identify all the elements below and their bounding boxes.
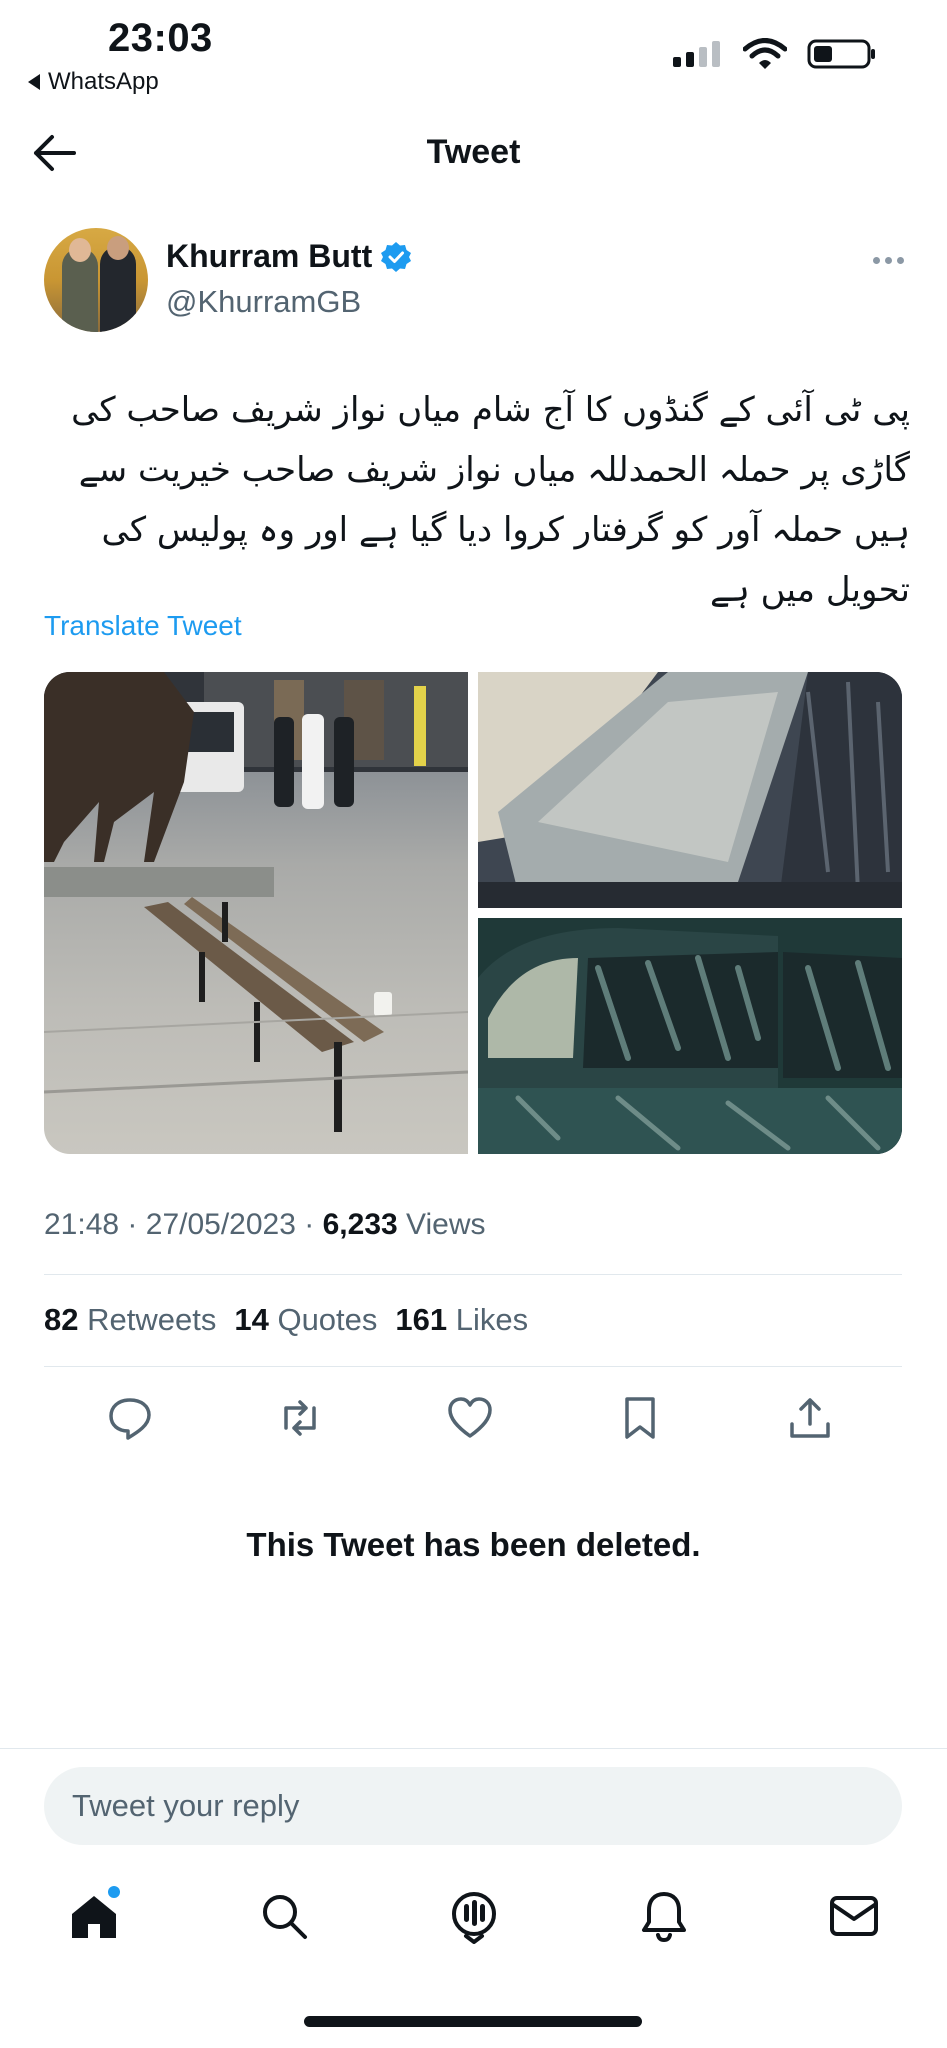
back-app-label: WhatsApp [48, 68, 159, 95]
verified-badge-icon [381, 241, 412, 272]
signal-icon [673, 41, 720, 67]
likes-label: Likes [455, 1302, 529, 1337]
notifications-icon[interactable] [636, 1888, 692, 1944]
reply-input[interactable] [44, 1767, 902, 1845]
quotes-label: Quotes [277, 1302, 378, 1337]
retweets-stat[interactable]: 82 Retweets [44, 1302, 216, 1338]
home-notification-dot [108, 1886, 120, 1898]
tweet-date: 27/05/2023 [145, 1208, 296, 1241]
likes-stat[interactable]: 161 Likes [395, 1302, 528, 1338]
media-photo-street-bench[interactable] [44, 672, 468, 1154]
battery-icon [807, 39, 875, 69]
retweet-icon[interactable] [276, 1394, 324, 1442]
tweet-text: پی ٹی آئی کے گنڈوں کا آج شام میاں نواز ش… [71, 390, 910, 610]
reply-bar [0, 1748, 947, 1848]
divider [44, 1274, 902, 1275]
meta-separator: · [127, 1208, 138, 1241]
messages-icon[interactable] [826, 1888, 882, 1944]
more-options-icon[interactable] [864, 252, 904, 268]
status-time: 23:03 [108, 16, 213, 60]
quotes-stat[interactable]: 14 Quotes [234, 1302, 377, 1338]
street-scene-illustration [44, 672, 468, 1132]
system-icons [673, 38, 877, 70]
bottom-nav [0, 1880, 947, 1960]
reply-icon[interactable] [106, 1394, 154, 1442]
divider [44, 1366, 902, 1367]
tweet-meta: 21:48 · 27/05/2023 · 6,233 Views [44, 1208, 486, 1242]
views-label: Views [406, 1208, 486, 1241]
author-name-row[interactable]: Khurram Butt [166, 238, 412, 275]
search-icon[interactable] [256, 1888, 312, 1944]
back-to-app-link[interactable]: WhatsApp [28, 68, 159, 96]
tweet-actions [44, 1388, 902, 1448]
author-name: Khurram Butt [166, 238, 373, 274]
wifi-icon [743, 38, 787, 69]
spaces-icon[interactable] [446, 1888, 502, 1944]
home-indicator[interactable] [304, 2016, 642, 2027]
likes-count: 161 [395, 1302, 448, 1337]
car-window-illustration [478, 672, 902, 908]
translate-tweet-link[interactable]: Translate Tweet [44, 610, 242, 642]
author-handle[interactable]: @KhurramGB [166, 284, 361, 320]
tweet-author: Khurram Butt @KhurramGB [44, 228, 904, 338]
media-photo-car-side[interactable] [478, 918, 902, 1154]
retweets-count: 82 [44, 1302, 79, 1337]
bookmark-icon[interactable] [616, 1394, 664, 1442]
meta-separator: · [304, 1208, 315, 1241]
quotes-count: 14 [234, 1302, 269, 1337]
tweet-header: Tweet [0, 115, 947, 195]
back-triangle-icon [28, 74, 40, 90]
avatar[interactable] [44, 228, 148, 332]
status-bar: 23:03 WhatsApp [0, 0, 947, 100]
tweet-media-grid [44, 672, 902, 1154]
tweet-stats: 82 Retweets 14 Quotes 161 Likes [44, 1302, 528, 1338]
retweets-label: Retweets [87, 1302, 217, 1337]
media-photo-car-window[interactable] [478, 672, 902, 908]
share-icon[interactable] [786, 1394, 834, 1442]
car-side-illustration [478, 918, 902, 1154]
deleted-tweet-notice: This Tweet has been deleted. [246, 1526, 701, 1563]
tweet-time: 21:48 [44, 1208, 120, 1241]
like-icon[interactable] [446, 1394, 494, 1442]
views-count: 6,233 [322, 1208, 398, 1241]
page-title: Tweet [426, 133, 521, 171]
